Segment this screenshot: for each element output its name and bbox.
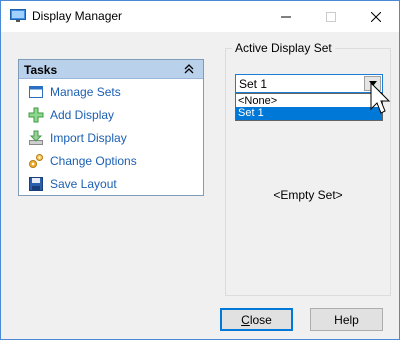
floppy-icon bbox=[29, 177, 43, 191]
tasks-header[interactable]: Tasks bbox=[19, 60, 203, 79]
plus-icon bbox=[28, 107, 44, 123]
combo-value: Set 1 bbox=[239, 77, 268, 91]
tasks-title: Tasks bbox=[24, 63, 58, 77]
task-label: Change Options bbox=[50, 154, 137, 168]
import-icon bbox=[29, 130, 43, 145]
minimize-icon bbox=[281, 16, 291, 17]
task-label: Manage Sets bbox=[50, 85, 121, 99]
task-add-display[interactable]: Add Display bbox=[28, 106, 198, 124]
task-change-options[interactable]: Change Options bbox=[28, 152, 198, 170]
close-mnemonic: C bbox=[241, 312, 250, 327]
monitor-icon bbox=[10, 9, 26, 22]
display-set-combobox[interactable]: Set 1 bbox=[235, 74, 383, 93]
gears-icon bbox=[29, 154, 43, 168]
help-button[interactable]: Help bbox=[310, 308, 383, 331]
dropdown-option-selected[interactable]: Set 1 bbox=[236, 107, 382, 120]
mouse-cursor-icon bbox=[370, 82, 391, 114]
display-set-dropdown-list: <None> Set 1 bbox=[235, 93, 383, 121]
maximize-button[interactable] bbox=[308, 1, 354, 32]
task-manage-sets[interactable]: Manage Sets bbox=[28, 83, 198, 101]
minimize-button[interactable] bbox=[263, 1, 309, 32]
tasks-panel: Tasks Manage Sets Add Display Import Dis… bbox=[18, 59, 204, 196]
maximize-icon bbox=[326, 11, 336, 22]
window-title: Display Manager bbox=[32, 9, 123, 23]
close-icon bbox=[371, 11, 381, 22]
task-save-layout[interactable]: Save Layout bbox=[28, 175, 198, 193]
task-label: Save Layout bbox=[50, 177, 117, 191]
empty-set-label: <Empty Set> bbox=[273, 188, 343, 202]
task-label: Add Display bbox=[50, 108, 115, 122]
group-label: Active Display Set bbox=[232, 41, 335, 55]
close-label-rest: lose bbox=[249, 312, 272, 327]
close-button[interactable]: Close bbox=[220, 308, 293, 331]
task-import-display[interactable]: Import Display bbox=[28, 129, 198, 147]
double-chevron-up-icon[interactable] bbox=[182, 62, 196, 76]
window-icon bbox=[29, 86, 43, 98]
display-manager-window: Display Manager Tasks Manage Sets Add Di… bbox=[0, 0, 400, 340]
close-window-button[interactable] bbox=[353, 1, 399, 32]
task-label: Import Display bbox=[50, 131, 127, 145]
title-bar[interactable]: Display Manager bbox=[1, 1, 399, 32]
